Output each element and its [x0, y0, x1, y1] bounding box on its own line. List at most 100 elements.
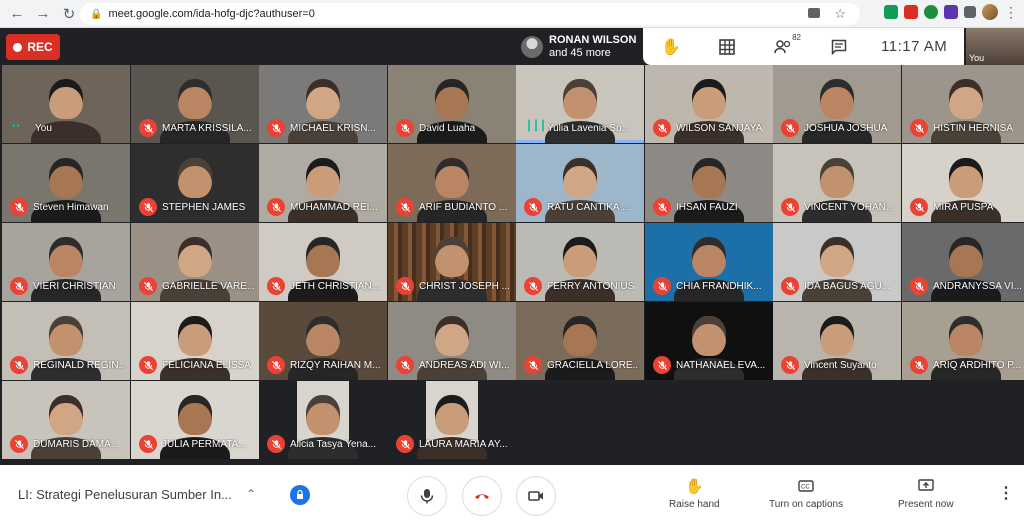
back-icon[interactable]: ← — [4, 1, 30, 27]
participant-tile[interactable]: ARIF BUDIANTO ... — [388, 144, 516, 222]
leave-call-button[interactable] — [462, 476, 502, 516]
participant-tile[interactable]: FELICIANA ELISSA — [131, 302, 259, 380]
participant-tile[interactable]: MICHAEL KRISN... — [259, 65, 387, 143]
mic-muted-icon — [267, 435, 285, 453]
participant-tile[interactable]: DUMARIS DAMA... — [2, 381, 130, 459]
profile-avatar[interactable] — [982, 4, 998, 20]
participant-face — [435, 237, 469, 277]
layout-button[interactable] — [699, 28, 755, 65]
participant-name: ANDREAS ADI WI... — [419, 360, 510, 371]
chat-button[interactable] — [811, 28, 867, 65]
captions-button[interactable]: CC Turn on captions — [769, 477, 843, 510]
hang-up-icon — [475, 494, 489, 499]
participant-name: VINCENT YOHAN... — [804, 202, 895, 213]
browser-menu-icon[interactable]: ⋮ — [1004, 5, 1018, 19]
mic-muted-icon — [139, 435, 157, 453]
participant-tile[interactable]: ANDREAS ADI WI... — [388, 302, 516, 380]
participant-tile[interactable]: IDA BAGUS AGU... — [773, 223, 901, 301]
svg-text:CC: CC — [801, 485, 810, 491]
camera-toggle-button[interactable] — [516, 476, 556, 516]
microphone-toggle-button[interactable] — [407, 476, 447, 516]
participant-name: ARIF BUDIANTO ... — [419, 202, 508, 213]
participant-tile[interactable]: VIERI CHRISTIAN — [2, 223, 130, 301]
participant-tile[interactable]: REGINALD REGIN... — [2, 302, 130, 380]
speaking-indicator-icon: •• — [12, 121, 22, 132]
meeting-title[interactable]: LI: Strategi Penelusuran Sumber In... — [18, 487, 232, 502]
participant-tile[interactable]: JULIA PERMATA... — [131, 381, 259, 459]
meet-bottom-bar: LI: Strategi Penelusuran Sumber In... ⌃ … — [0, 465, 1024, 523]
self-tile[interactable]: •• You — [2, 65, 130, 143]
participant-tile[interactable]: JETH CHRISTIAN... — [259, 223, 387, 301]
pin-presentation-button[interactable]: ✋ — [643, 28, 699, 65]
participant-tile[interactable]: NATHANAEL EVA... — [645, 302, 773, 380]
bookmark-star-icon[interactable]: ☆ — [834, 6, 846, 22]
participant-tile[interactable]: JOSHUA JOSHUA — [773, 65, 901, 143]
participant-name: CHRIST JOSEPH ... — [419, 281, 510, 292]
participant-tile[interactable]: ARIQ ARDHITO P... — [902, 302, 1024, 380]
participant-tile[interactable]: Vincent Suyanto — [773, 302, 901, 380]
presenter-avatar — [521, 35, 543, 58]
host-controls-shield-icon[interactable] — [290, 485, 310, 505]
participant-face — [820, 158, 854, 198]
address-bar[interactable]: 🔒 meet.google.com/ida-hofg-djc?authuser=… — [80, 3, 860, 25]
participant-tile[interactable]: MARTA KRISSILA... — [131, 65, 259, 143]
participant-tile[interactable]: LAURA MARIA AY... — [388, 381, 516, 459]
sheets-extension-icon[interactable] — [884, 5, 898, 19]
person-present-icon: ✋ — [661, 38, 681, 56]
mic-muted-icon — [524, 198, 542, 216]
participant-name: IHSAN FAUZI — [676, 202, 738, 213]
reload-icon[interactable]: ↻ — [56, 1, 82, 27]
participant-tile[interactable]: HISTIN HERNISA — [902, 65, 1024, 143]
participant-tile[interactable]: MIRA PUSPA — [902, 144, 1024, 222]
participant-count-badge: 82 — [792, 33, 801, 42]
participant-tile[interactable]: RIZQY RAIHAN M... — [259, 302, 387, 380]
self-view-thumbnail[interactable]: You — [966, 28, 1024, 65]
chevron-up-icon[interactable]: ⌃ — [246, 487, 256, 501]
video-camera-icon — [528, 491, 543, 501]
participant-tile[interactable]: David Luaha — [388, 65, 516, 143]
more-options-icon[interactable]: ⋮ — [998, 486, 1014, 502]
participant-tile[interactable]: IHSAN FAUZI — [645, 144, 773, 222]
mic-muted-icon — [653, 356, 671, 374]
red-extension-icon[interactable] — [904, 5, 918, 19]
participant-tile[interactable]: Alicia Tasya Yena... — [259, 381, 387, 459]
participant-face — [178, 395, 212, 435]
participant-tile[interactable]: WILSON SANJAYA — [645, 65, 773, 143]
extension-bar: ⋮ — [884, 4, 1018, 20]
mic-muted-icon — [10, 356, 28, 374]
participant-face — [306, 395, 340, 435]
participant-tile[interactable]: VINCENT YOHAN... — [773, 144, 901, 222]
participant-tile[interactable]: Steven Himawan — [2, 144, 130, 222]
participant-name: FELICIANA ELISSA — [162, 360, 251, 371]
participant-tile[interactable]: MUHAMMAD REI... — [259, 144, 387, 222]
participant-tile[interactable]: RATU CANTIKA ... — [516, 144, 644, 222]
participant-tile[interactable]: STEPHEN JAMES — [131, 144, 259, 222]
participant-name: RATU CANTIKA ... — [547, 202, 631, 213]
purple-extension-icon[interactable] — [944, 5, 958, 19]
participant-face — [306, 158, 340, 198]
participant-tile[interactable]: GRACIELLA LORE... — [516, 302, 644, 380]
participant-tile[interactable]: CHIA FRANDHIK... — [645, 223, 773, 301]
participant-name: JOSHUA JOSHUA — [804, 123, 888, 134]
people-button[interactable]: 82 — [755, 28, 811, 65]
participant-face — [306, 237, 340, 277]
present-now-button[interactable]: Present now — [898, 477, 954, 510]
puzzle-extensions-icon[interactable] — [964, 6, 976, 18]
mic-muted-icon — [10, 277, 28, 295]
forward-icon[interactable]: → — [30, 1, 56, 27]
participant-tile[interactable]: ┃┃┃ Yulia Lavenia So... — [516, 65, 644, 143]
participant-tile[interactable]: CHRIST JOSEPH ... — [388, 223, 516, 301]
participant-tile[interactable]: FERRY ANTONIUS — [516, 223, 644, 301]
green-extension-icon[interactable] — [924, 5, 938, 19]
mic-muted-icon — [781, 356, 799, 374]
participant-face — [435, 158, 469, 198]
raise-hand-button[interactable]: ✋ Raise hand — [669, 477, 720, 510]
participant-name: ANDRANYSSA VI... — [933, 281, 1022, 292]
camera-indicator-icon[interactable] — [808, 8, 820, 18]
participant-face — [949, 79, 983, 119]
participant-tile[interactable]: ANDRANYSSA VI... — [902, 223, 1024, 301]
participant-tile[interactable]: GABRIELLE VARE... — [131, 223, 259, 301]
presenter-name: RONAN WILSON — [549, 33, 637, 46]
participant-face — [178, 79, 212, 119]
mic-muted-icon — [910, 277, 928, 295]
